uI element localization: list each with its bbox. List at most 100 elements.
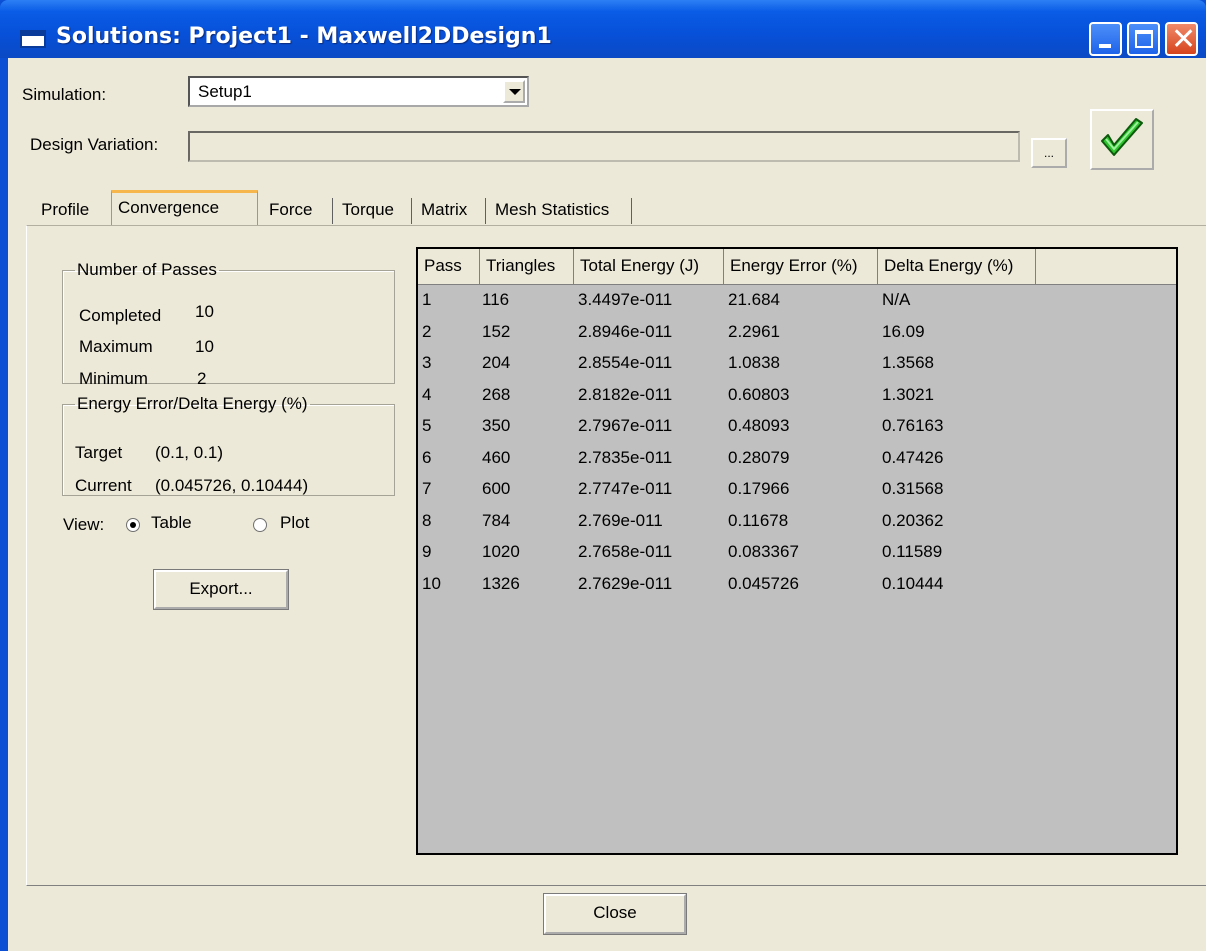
- cell-delta-energy: 1.3568: [882, 353, 934, 372]
- convergence-table[interactable]: Pass Triangles Total Energy (J) Energy E…: [416, 247, 1178, 855]
- table-row[interactable]: 4 268 2.8182e-011 0.60803 1.3021: [418, 379, 1176, 410]
- cell-pass: 2: [422, 321, 432, 341]
- tab-separator: [411, 198, 412, 224]
- cell-pass: 6: [422, 447, 432, 467]
- cell-total-energy: 2.8554e-011: [578, 353, 673, 372]
- design-variation-field[interactable]: [188, 131, 1020, 162]
- maximum-value: 10: [195, 337, 214, 356]
- view-table-radio[interactable]: [126, 518, 140, 532]
- cell-pass: 10: [422, 573, 441, 593]
- table-row[interactable]: 5 350 2.7967e-011 0.48093 0.76163: [418, 410, 1176, 441]
- completed-label: Completed: [79, 306, 162, 325]
- cell-total-energy: 2.8946e-011: [578, 321, 673, 341]
- cell-delta-energy: 0.11589: [882, 542, 943, 561]
- energy-criteria-group: Energy Error/Delta Energy (%) Target (0.…: [62, 394, 395, 496]
- current-value: (0.045726, 0.10444): [155, 476, 309, 495]
- tab-profile[interactable]: Profile: [35, 196, 95, 224]
- maximize-button[interactable]: [1127, 22, 1160, 56]
- tab-separator: [631, 198, 632, 224]
- table-row[interactable]: 3 204 2.8554e-011 1.0838 1.3568: [418, 347, 1176, 378]
- tab-separator: [485, 198, 486, 224]
- view-plot-label[interactable]: Plot: [280, 513, 309, 533]
- number-of-passes-title: Number of Passes: [77, 260, 217, 279]
- cell-energy-error: 0.17966: [728, 479, 790, 498]
- export-button[interactable]: Export...: [153, 569, 289, 610]
- view-label: View:: [63, 515, 105, 534]
- cell-pass: 1: [422, 290, 432, 309]
- cell-delta-energy: N/A: [882, 290, 911, 309]
- table-row[interactable]: 10 1326 2.7629e-011 0.045726 0.10444: [418, 568, 1176, 599]
- tab-torque[interactable]: Torque: [336, 196, 400, 224]
- cell-energy-error: 0.48093: [728, 416, 790, 435]
- tab-force[interactable]: Force: [263, 196, 318, 224]
- dialog-body: Simulation: Setup1 Design Variation: ...…: [8, 58, 1206, 951]
- column-header-delta-energy[interactable]: Delta Energy (%): [878, 249, 1036, 284]
- table-row[interactable]: 8 784 2.769e-011 0.11678 0.20362: [418, 505, 1176, 536]
- cell-total-energy: 2.7658e-011: [578, 542, 673, 561]
- cell-pass: 3: [422, 353, 432, 372]
- cell-total-energy: 2.8182e-011: [578, 384, 673, 404]
- column-header-triangles[interactable]: Triangles: [480, 249, 574, 284]
- cell-pass: 5: [422, 416, 432, 435]
- cell-pass: 4: [422, 384, 432, 404]
- cell-energy-error: 2.2961: [728, 321, 780, 341]
- simulation-label: Simulation:: [22, 85, 107, 104]
- cell-delta-energy: 0.76163: [882, 416, 944, 435]
- minimize-button[interactable]: [1089, 22, 1122, 56]
- cell-triangles: 600: [482, 479, 511, 498]
- column-header-energy-error[interactable]: Energy Error (%): [724, 249, 878, 284]
- table-row[interactable]: 1 116 3.4497e-011 21.684 N/A: [418, 284, 1176, 315]
- tab-matrix[interactable]: Matrix: [415, 196, 473, 224]
- cell-energy-error: 1.0838: [728, 353, 780, 372]
- close-button[interactable]: Close: [543, 893, 687, 935]
- cell-total-energy: 2.7967e-011: [578, 416, 673, 435]
- cell-delta-energy: 0.10444: [882, 573, 944, 593]
- cell-total-energy: 3.4497e-011: [578, 290, 673, 309]
- design-variation-label: Design Variation:: [30, 135, 159, 154]
- window-icon: [20, 30, 46, 48]
- cell-pass: 7: [422, 479, 432, 498]
- table-row[interactable]: 7 600 2.7747e-011 0.17966 0.31568: [418, 473, 1176, 504]
- cell-triangles: 152: [482, 321, 511, 341]
- cell-energy-error: 0.045726: [728, 573, 799, 593]
- table-row[interactable]: 6 460 2.7835e-011 0.28079 0.47426: [418, 442, 1176, 473]
- cell-delta-energy: 0.20362: [882, 510, 944, 530]
- target-label: Target: [75, 443, 123, 462]
- cell-delta-energy: 1.3021: [882, 384, 934, 404]
- solutions-window: Solutions: Project1 - Maxwell2DDesign1 ✕…: [0, 0, 1206, 951]
- cell-triangles: 1020: [482, 542, 520, 561]
- title-bar[interactable]: Solutions: Project1 - Maxwell2DDesign1 ✕: [0, 0, 1206, 58]
- simulation-value: Setup1: [198, 82, 252, 101]
- cell-triangles: 204: [482, 353, 511, 372]
- view-table-label[interactable]: Table: [151, 513, 192, 533]
- simulation-dropdown[interactable]: Setup1: [188, 76, 529, 107]
- table-row[interactable]: 2 152 2.8946e-011 2.2961 16.09: [418, 316, 1176, 347]
- current-label: Current: [75, 476, 132, 495]
- tab-mesh-statistics[interactable]: Mesh Statistics: [489, 196, 615, 224]
- cell-total-energy: 2.7629e-011: [578, 573, 673, 593]
- close-window-button[interactable]: ✕: [1165, 22, 1198, 57]
- cell-delta-energy: 0.47426: [882, 447, 944, 467]
- column-header-pass[interactable]: Pass: [418, 249, 480, 284]
- target-value: (0.1, 0.1): [155, 443, 224, 462]
- table-row[interactable]: 9 1020 2.7658e-011 0.083367 0.11589: [418, 536, 1176, 567]
- tab-convergence[interactable]: Convergence: [111, 190, 258, 226]
- cell-triangles: 784: [482, 510, 511, 530]
- status-indicator: [1090, 109, 1154, 170]
- view-plot-radio[interactable]: [253, 518, 267, 532]
- close-icon: ✕: [1171, 22, 1197, 57]
- chevron-down-icon[interactable]: [503, 80, 525, 103]
- design-variation-browse-button[interactable]: ...: [1031, 138, 1067, 168]
- number-of-passes-group: Number of Passes Completed 10 Maximum 10…: [62, 260, 395, 388]
- cell-triangles: 268: [482, 384, 511, 404]
- cell-triangles: 460: [482, 447, 511, 467]
- column-header-total-energy[interactable]: Total Energy (J): [574, 249, 724, 284]
- cell-delta-energy: 16.09: [882, 321, 925, 341]
- minimize-icon: [1099, 44, 1111, 48]
- green-checkmark-icon: [1101, 118, 1143, 156]
- cell-pass: 9: [422, 542, 432, 561]
- cell-energy-error: 0.60803: [728, 384, 790, 404]
- cell-energy-error: 0.28079: [728, 447, 790, 467]
- window-title: Solutions: Project1 - Maxwell2DDesign1: [56, 24, 552, 49]
- cell-energy-error: 21.684: [728, 290, 780, 309]
